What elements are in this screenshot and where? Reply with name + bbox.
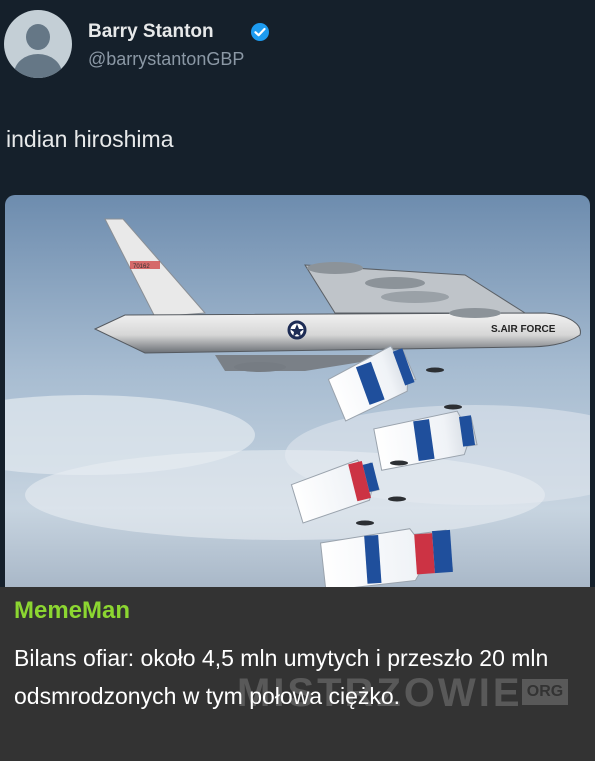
verified-badge-icon <box>251 23 269 41</box>
tweet-text: indian hiroshima <box>6 126 174 152</box>
display-name[interactable]: Barry Stanton <box>88 21 214 43</box>
avatar-shoulders <box>14 54 62 78</box>
avatar-head <box>26 24 50 50</box>
comment-panel: MemeMan MISTRZOWIE ORG Bilans ofiar: oko… <box>0 587 595 761</box>
bomber-image: 70162 S.AIR FORCE <box>5 195 590 587</box>
comment-text: Bilans ofiar: około 4,5 mln umytych i pr… <box>14 645 549 709</box>
tail-number: 70162 <box>133 264 150 270</box>
handle[interactable]: @barrystantonGBP <box>88 49 244 70</box>
tweet-image[interactable]: 70162 S.AIR FORCE <box>5 195 590 587</box>
comment-author[interactable]: MemeMan <box>14 597 130 625</box>
tweet-card: Barry Stanton @barrystantonGBP indian hi… <box>0 0 595 587</box>
avatar[interactable] <box>4 10 72 78</box>
cloud <box>25 450 545 540</box>
fuselage-text: S.AIR FORCE <box>491 324 556 335</box>
